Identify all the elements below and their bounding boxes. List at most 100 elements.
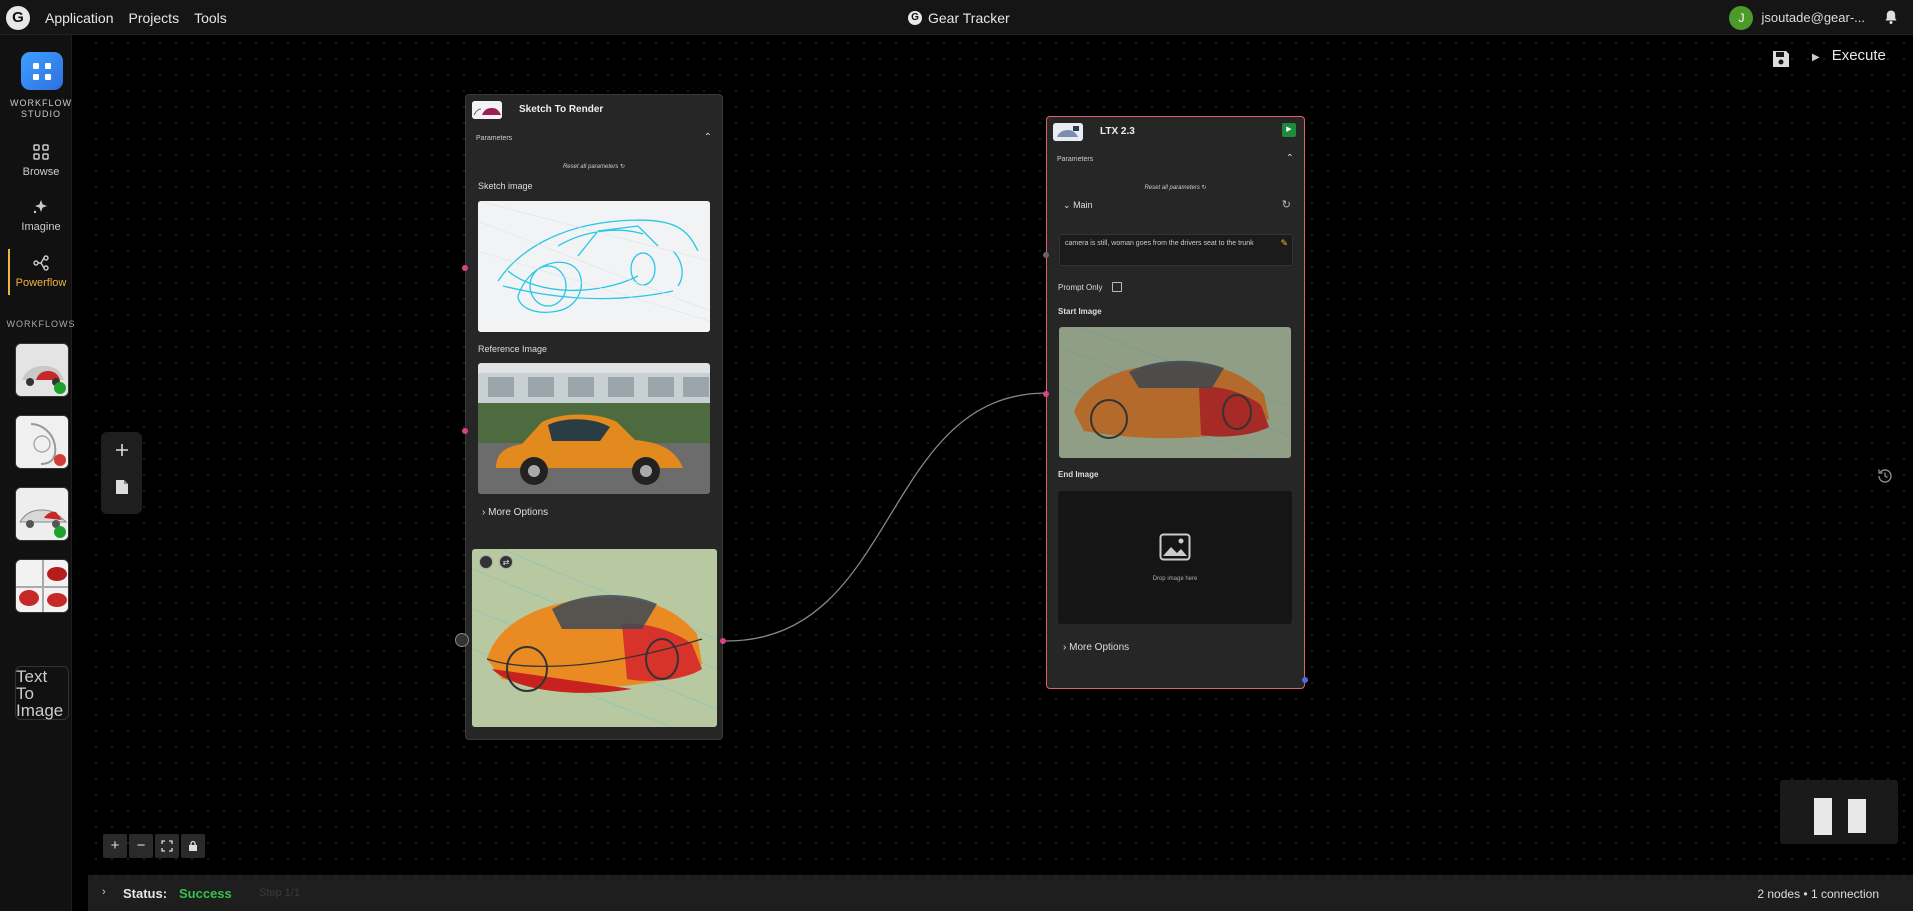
node-title: Sketch To Render <box>519 104 604 115</box>
reset-icon: ↻ <box>620 164 626 170</box>
parameters-toggle[interactable]: Parameters ⌃ <box>1047 150 1304 172</box>
minimap-node <box>1848 799 1866 833</box>
workflow-studio-icon[interactable] <box>21 52 63 90</box>
parameters-label: Parameters <box>476 135 513 142</box>
grid-icon <box>31 142 51 162</box>
compare-icon[interactable]: ⇄ <box>499 555 513 569</box>
main-section-toggle[interactable]: ⌄ Main ↻ <box>1055 196 1297 216</box>
chevron-down-icon: ⌄ <box>1063 200 1071 210</box>
workflow-studio-label: WORKFLOW STUDIO <box>10 98 72 119</box>
workflow-thumbnail[interactable] <box>15 487 69 541</box>
user-menu[interactable]: J jsoutade@gear-... <box>1729 0 1865 35</box>
reset-label: Reset all parameters <box>1144 185 1200 191</box>
reset-parameters-button[interactable]: Reset all parameters ↻ <box>1047 184 1304 191</box>
node-title: LTX 2.3 <box>1100 126 1135 137</box>
node-ltx[interactable]: LTX 2.3 ▶ Parameters ⌃ Reset all paramet… <box>1043 116 1308 689</box>
canvas-tools <box>101 432 142 514</box>
magic-wand-icon[interactable]: ✎ <box>1280 239 1288 248</box>
prompt-only-checkbox[interactable] <box>1112 282 1122 292</box>
sidebar-item-browse[interactable]: Browse <box>0 142 82 178</box>
more-options-toggle[interactable]: › More Options <box>482 507 548 518</box>
reset-label: Reset all parameters <box>562 164 619 170</box>
chevron-up-icon: ⌃ <box>1285 153 1294 164</box>
output-port[interactable] <box>1302 677 1308 683</box>
gear-logo-icon: G <box>908 10 922 25</box>
download-icon[interactable] <box>479 555 493 569</box>
execute-label: Execute <box>1831 47 1886 64</box>
app-title-text: Gear Tracker <box>928 9 1010 26</box>
app-logo[interactable]: G <box>6 6 30 30</box>
save-icon[interactable] <box>1771 49 1791 69</box>
menu-projects[interactable]: Projects <box>129 10 180 26</box>
drop-image-text: Drop image here <box>1152 576 1198 582</box>
sidebar: WORKFLOW STUDIO Browse Imagine Powerflow… <box>0 35 75 911</box>
history-icon[interactable] <box>1876 467 1894 485</box>
zoom-in-button[interactable]: + <box>103 834 127 858</box>
zoom-out-button[interactable]: − <box>129 834 153 858</box>
minimap-node <box>1814 798 1832 835</box>
node-thumbnail <box>472 101 502 119</box>
status-dot <box>54 526 66 538</box>
status-dot <box>54 454 66 466</box>
output-port[interactable] <box>720 638 726 644</box>
reference-image-label: Reference Image <box>478 344 548 354</box>
input-port[interactable] <box>1043 391 1049 397</box>
sidebar-item-powerflow[interactable]: Powerflow <box>0 253 82 289</box>
sidebar-item-label: Imagine <box>21 221 61 233</box>
menu-application[interactable]: Application <box>45 10 114 26</box>
prompt-text: camera is still, woman goes from the dri… <box>1065 240 1254 247</box>
input-port[interactable] <box>462 428 468 434</box>
top-bar: G Application Projects Tools G Gear Trac… <box>0 0 1913 35</box>
run-node-button[interactable]: ▶ <box>1282 123 1296 137</box>
bell-icon[interactable] <box>1883 9 1899 25</box>
reset-parameters-button[interactable]: Reset all parameters ↻ <box>466 163 722 170</box>
workflow-thumbnail[interactable] <box>15 559 69 613</box>
user-email[interactable]: jsoutade@gear-... <box>1761 10 1865 25</box>
plus-icon: + <box>110 837 120 854</box>
add-node-button[interactable] <box>101 432 142 470</box>
fit-view-button[interactable] <box>155 834 179 858</box>
more-options-toggle[interactable]: › More Options <box>1063 642 1129 653</box>
lock-button[interactable] <box>181 834 205 858</box>
document-button[interactable] <box>101 470 142 508</box>
zoom-controls: + − <box>103 834 205 858</box>
document-icon <box>115 480 128 494</box>
input-port[interactable] <box>1043 252 1049 258</box>
main-menu: Application Projects Tools <box>45 0 227 35</box>
sidebar-item-imagine[interactable]: Imagine <box>0 197 82 233</box>
play-icon: ▶ <box>1286 126 1292 133</box>
flow-icon <box>31 253 51 273</box>
refresh-icon[interactable]: ↻ <box>1282 198 1291 211</box>
workflow-thumbnail[interactable] <box>15 343 69 397</box>
status-value: Success <box>179 886 232 901</box>
start-image-label: Start Image <box>1058 307 1102 316</box>
lock-icon <box>189 840 197 851</box>
minimap[interactable] <box>1780 780 1898 844</box>
app-title: G Gear Tracker <box>908 0 1010 35</box>
output-image[interactable]: ⇄ <box>472 549 717 727</box>
workflow-thumbnail[interactable] <box>15 415 69 469</box>
execute-button[interactable]: ▶ Execute <box>1812 47 1886 64</box>
input-port[interactable] <box>462 265 468 271</box>
sketch-image[interactable] <box>478 201 710 332</box>
node-sketch-to-render[interactable]: Sketch To Render Parameters ⌃ Reset all … <box>455 94 726 740</box>
prompt-only-label: Prompt Only <box>1058 283 1103 292</box>
chevron-up-icon: ⌃ <box>703 132 712 143</box>
plus-icon <box>115 444 128 456</box>
reference-image[interactable] <box>478 363 710 494</box>
expand-status-icon[interactable]: › <box>102 886 106 898</box>
resize-handle[interactable] <box>455 633 469 647</box>
prompt-input[interactable]: camera is still, woman goes from the dri… <box>1059 234 1293 266</box>
node-connection-count: 2 nodes • 1 connection <box>1757 887 1879 901</box>
menu-tools[interactable]: Tools <box>194 10 227 26</box>
end-image-dropzone[interactable]: Drop image here <box>1058 491 1292 624</box>
avatar[interactable]: J <box>1729 5 1754 30</box>
parameters-toggle[interactable]: Parameters ⌃ <box>466 129 722 151</box>
workflow-text-to-image[interactable]: Text To Image <box>15 666 69 720</box>
fullscreen-icon <box>161 840 173 852</box>
flow-canvas[interactable] <box>88 35 1913 875</box>
more-options-label: More Options <box>1069 642 1130 653</box>
main-label: Main <box>1073 200 1093 210</box>
start-image[interactable] <box>1059 327 1291 458</box>
chevron-right-icon: › <box>482 507 486 518</box>
